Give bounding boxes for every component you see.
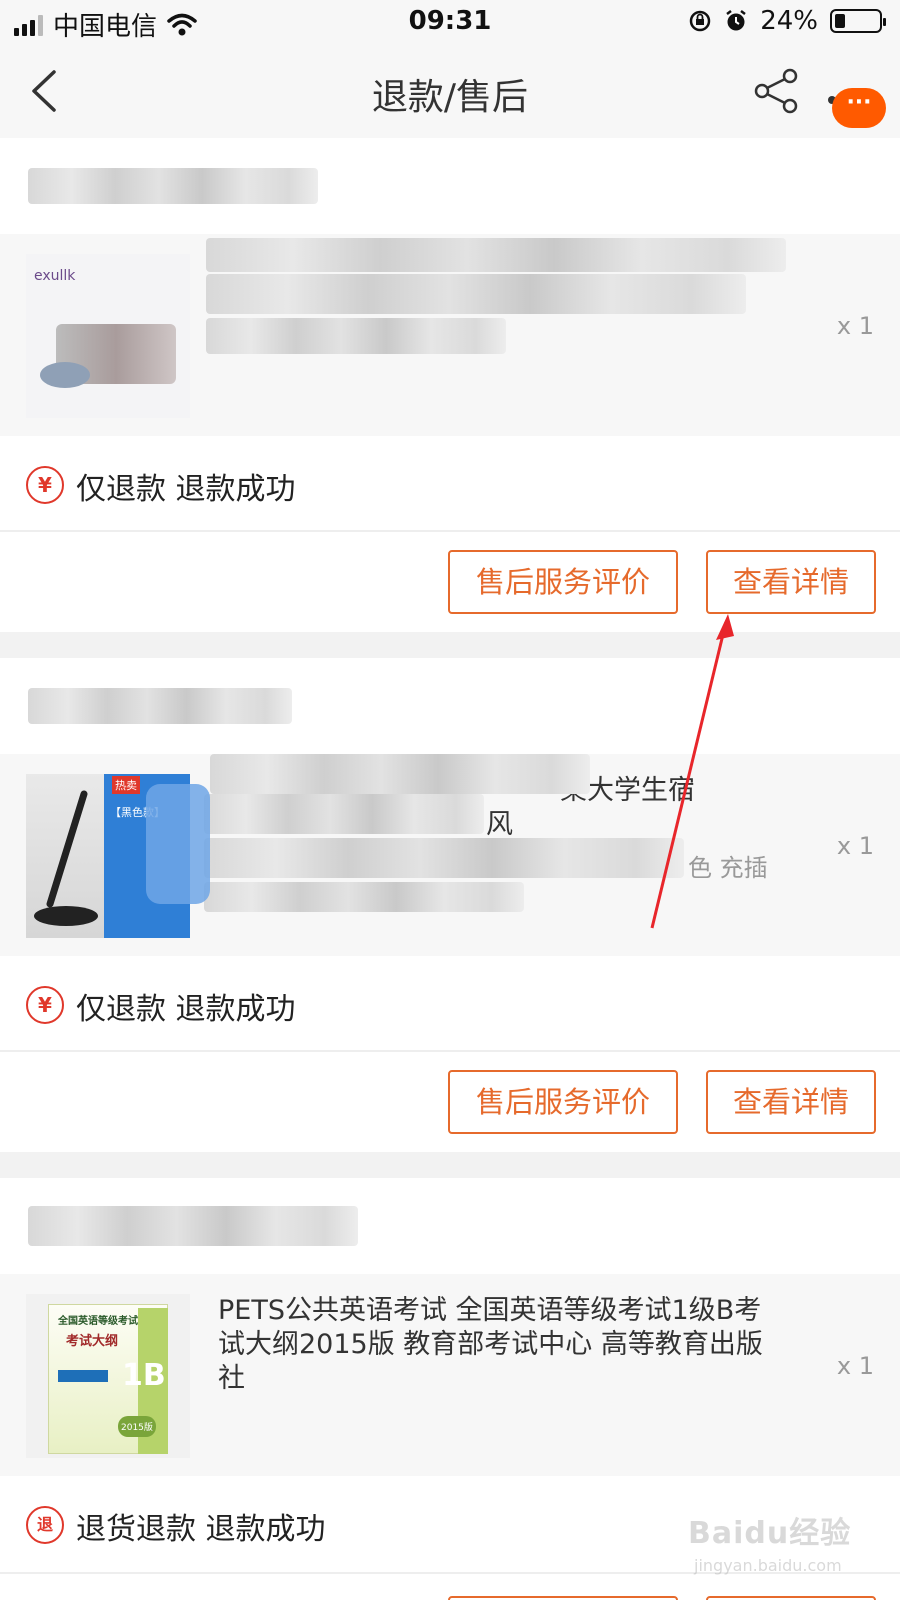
thumb-line1: 全国英语等级考试 xyxy=(58,1316,138,1327)
after-sale-review-button-partial[interactable] xyxy=(448,1596,678,1600)
share-icon[interactable] xyxy=(752,66,802,116)
watermark-url: jingyan.baidu.com xyxy=(694,1556,842,1575)
quantity: x 1 xyxy=(836,312,874,340)
thumb-line2: 考试大纲 xyxy=(66,1334,119,1349)
battery-percent: 24% xyxy=(760,6,818,36)
return-refund-icon: 退 xyxy=(26,1506,64,1544)
battery-icon xyxy=(830,9,886,33)
view-details-button[interactable]: 查看详情 xyxy=(706,1070,876,1134)
watermark-brand: Baidu经验 xyxy=(688,1516,852,1551)
order-card: exullk x 1 ¥ 仅退款 退款成功 售后服务评价 查看详情 xyxy=(0,138,900,632)
view-details-button-partial[interactable] xyxy=(706,1596,876,1600)
shop-name-blurred xyxy=(0,658,900,754)
action-row: 售后服务评价 查看详情 xyxy=(0,532,900,632)
carrier-label: 中国电信 xyxy=(53,12,158,42)
thumb-year: 2015版 xyxy=(118,1416,156,1437)
alarm-icon xyxy=(726,10,746,31)
product-row[interactable]: exullk x 1 xyxy=(0,234,900,436)
back-icon[interactable] xyxy=(24,66,68,116)
quantity: x 1 xyxy=(836,832,874,860)
refund-status: 退货退款 退款成功 xyxy=(76,1512,326,1547)
view-details-button[interactable]: 查看详情 xyxy=(706,550,876,614)
thumb-brand: exullk xyxy=(34,268,76,284)
product-name[interactable]: PETS公共英语考试 全国英语等级考试1级B考试大纲2015版 教育部考试中心 … xyxy=(218,1294,788,1396)
nav-bar: 退款/售后 ··· xyxy=(0,44,900,138)
product-row[interactable]: 全国英语等级考试 考试大纲 1B 2015版 PETS公共英语考试 全国英语等级… xyxy=(0,1274,900,1476)
quantity: x 1 xyxy=(836,1352,874,1380)
product-name-visible: 桌大学生宿 xyxy=(560,775,695,806)
rotation-lock-icon xyxy=(689,10,711,32)
after-sale-review-button[interactable]: 售后服务评价 xyxy=(448,550,678,614)
message-badge[interactable]: ··· xyxy=(832,88,886,128)
refund-status: 仅退款 退款成功 xyxy=(76,992,296,1027)
product-spec-visible: 色 充插 xyxy=(688,854,768,882)
product-name-visible-line2: 风 xyxy=(486,809,513,840)
refund-status-row: ¥ 仅退款 退款成功 xyxy=(0,436,900,532)
thumb-level: 1B xyxy=(122,1358,166,1393)
baidu-watermark: Baidu经验 jingyan.baidu.com xyxy=(688,1508,888,1594)
refund-yuan-icon: ¥ xyxy=(26,466,64,504)
action-row: 售后服务评价 查看详情 xyxy=(0,1052,900,1152)
product-thumbnail[interactable]: exullk xyxy=(26,254,190,418)
thumb-badge: 热卖 xyxy=(112,776,140,794)
after-sale-review-button[interactable]: 售后服务评价 xyxy=(448,1070,678,1134)
wifi-icon xyxy=(167,13,197,35)
shop-name-blurred xyxy=(0,1178,900,1274)
order-card: 热卖 【黑色款】 桌大学生宿 风 色 充插 x 1 ¥ 仅退款 退款成功 售后服… xyxy=(0,658,900,1152)
product-thumbnail[interactable]: 全国英语等级考试 考试大纲 1B 2015版 xyxy=(26,1294,190,1458)
shop-name-blurred xyxy=(0,138,900,234)
signal-icon xyxy=(14,14,43,36)
refund-yuan-icon: ¥ xyxy=(26,986,64,1024)
desk-lamp-image xyxy=(34,790,98,926)
status-bar: 中国电信 09:31 24% xyxy=(0,0,900,44)
refund-status: 仅退款 退款成功 xyxy=(76,472,296,507)
product-row[interactable]: 热卖 【黑色款】 桌大学生宿 风 色 充插 x 1 xyxy=(0,754,900,956)
refund-status-row: ¥ 仅退款 退款成功 xyxy=(0,956,900,1052)
